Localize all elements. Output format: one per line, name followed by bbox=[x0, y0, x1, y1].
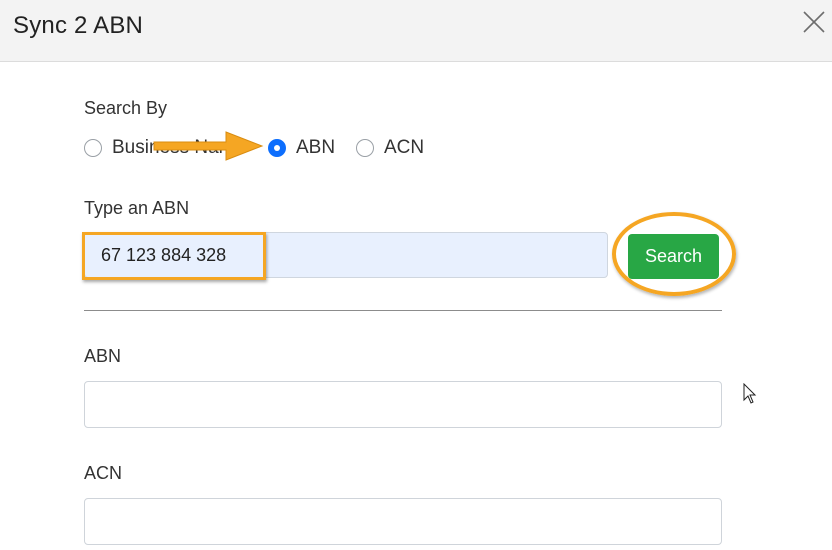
abn-field[interactable] bbox=[84, 381, 722, 428]
search-button[interactable]: Search bbox=[628, 234, 719, 279]
radio-acn[interactable]: ACN bbox=[356, 136, 424, 160]
dialog-header: Sync 2 ABN bbox=[0, 0, 832, 62]
radio-acn-label[interactable]: ACN bbox=[384, 137, 424, 159]
acn-field[interactable] bbox=[84, 498, 722, 545]
radio-abn[interactable]: ABN bbox=[268, 136, 335, 160]
radio-business-name-circle[interactable] bbox=[84, 139, 102, 157]
divider bbox=[84, 310, 722, 311]
abn-field-label: ABN bbox=[84, 346, 122, 366]
abn-search-input[interactable] bbox=[84, 232, 608, 278]
close-icon[interactable] bbox=[800, 8, 828, 36]
dialog-title: Sync 2 ABN bbox=[13, 12, 144, 39]
radio-abn-label[interactable]: ABN bbox=[296, 137, 335, 159]
annotation-arrow-icon bbox=[153, 131, 264, 161]
mouse-pointer-icon bbox=[743, 383, 757, 404]
search-field-label: Type an ABN bbox=[84, 198, 190, 218]
radio-acn-circle[interactable] bbox=[356, 139, 374, 157]
search-by-label: Search By bbox=[84, 98, 168, 118]
acn-field-label: ACN bbox=[84, 463, 123, 483]
